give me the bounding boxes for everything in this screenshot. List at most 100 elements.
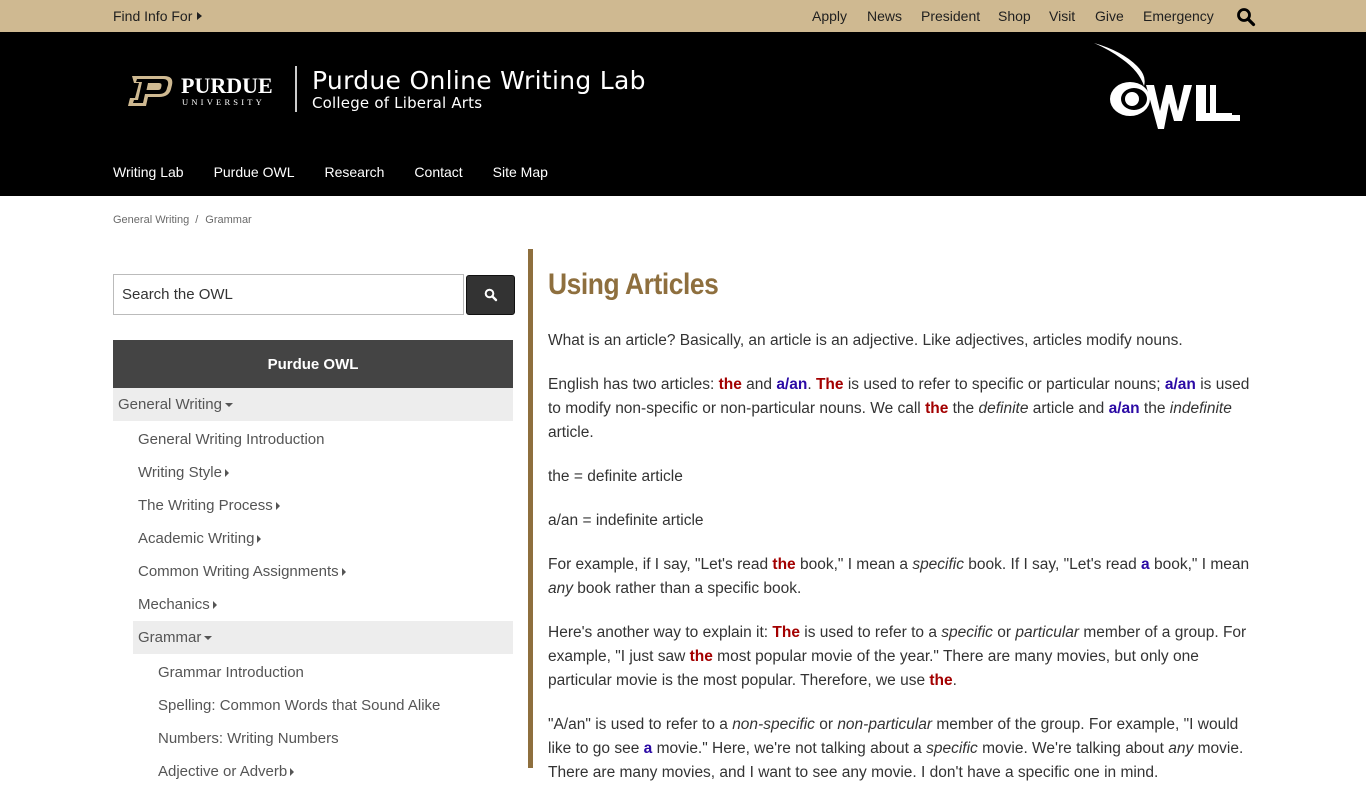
utility-bar: Find Info For Apply News President Shop … [0, 0, 1366, 33]
text: or [992, 624, 1016, 641]
paragraph-definite-explanation: Here's another way to explain it: The is… [548, 621, 1258, 693]
sidebar-heading-purdue-owl[interactable]: Purdue OWL [113, 340, 513, 388]
sidebar-item-label: Writing Style [138, 464, 222, 481]
sidebar-item-label: Grammar Introduction [158, 664, 304, 681]
sidebar-item-numbers[interactable]: Numbers: Writing Numbers [113, 722, 513, 755]
sidebar-item-general-writing-introduction[interactable]: General Writing Introduction [113, 423, 513, 456]
search-icon[interactable] [1236, 7, 1256, 27]
sidebar-item-grammar-introduction[interactable]: Grammar Introduction [113, 656, 513, 689]
caret-right-icon [275, 501, 280, 510]
text: movie. We're talking about [977, 740, 1169, 757]
indefinite-article: a/an [1164, 376, 1196, 393]
caret-right-icon [257, 534, 262, 543]
caret-down-icon [224, 402, 233, 407]
sidebar-nav: General Writing General Writing Introduc… [113, 388, 513, 788]
caret-right-icon [197, 12, 203, 20]
indefinite-article: a/an [1108, 400, 1140, 417]
caret-right-icon [224, 468, 229, 477]
indefinite-article: a/an [776, 376, 808, 393]
sidebar-item-label: Academic Writing [138, 530, 255, 547]
sidebar-item-the-writing-process[interactable]: The Writing Process [113, 489, 513, 522]
sidebar-item-label: Numbers: Writing Numbers [158, 730, 339, 747]
sidebar-item-general-writing[interactable]: General Writing [113, 388, 513, 421]
utility-link-apply[interactable]: Apply [812, 8, 847, 24]
utility-link-visit[interactable]: Visit [1049, 8, 1075, 24]
text: . [952, 672, 957, 689]
text: Here's another way to explain it: [548, 624, 773, 641]
emphasis: non-specific [732, 716, 815, 733]
purdue-wordmark: PURDUE [181, 73, 273, 98]
utility-link-emergency[interactable]: Emergency [1143, 8, 1214, 24]
sidebar-item-label: General Writing Introduction [138, 431, 325, 448]
emphasis: specific [912, 556, 964, 573]
paragraph-indefinite-definition: a/an = indefinite article [548, 512, 704, 529]
purdue-university-logo[interactable]: PURDUE UNIVERSITY [126, 73, 276, 109]
content-accent-rule [528, 249, 533, 768]
indefinite-article: a [1141, 556, 1150, 573]
text: book," I mean [1149, 556, 1250, 573]
emphasis: definite [978, 400, 1029, 417]
sidebar-item-grammar[interactable]: Grammar [133, 621, 513, 654]
sidebar-item-label: Grammar [138, 629, 202, 646]
sidebar-item-adjective-or-adverb[interactable]: Adjective or Adverb [113, 755, 513, 788]
text: movie." Here, we're not talking about a [652, 740, 927, 757]
utility-link-shop[interactable]: Shop [998, 8, 1031, 24]
text: For example, if I say, "Let's read [548, 556, 773, 573]
sidebar-item-label: Spelling: Common Words that Sound Alike [158, 697, 441, 714]
emphasis: particular [1015, 624, 1080, 641]
caret-right-icon [290, 767, 295, 776]
caret-right-icon [212, 600, 217, 609]
nav-research[interactable]: Research [325, 164, 385, 180]
text: book. If I say, "Let's read [964, 556, 1142, 573]
sidebar-item-common-writing-assignments[interactable]: Common Writing Assignments [113, 555, 513, 588]
caret-right-icon [341, 567, 346, 576]
nav-purdue-owl[interactable]: Purdue OWL [214, 164, 295, 180]
text: or [814, 716, 838, 733]
sidebar-item-writing-style[interactable]: Writing Style [113, 456, 513, 489]
definite-article: the [772, 556, 796, 573]
search-icon [484, 288, 497, 302]
utility-link-give[interactable]: Give [1095, 8, 1124, 24]
site-header: PURDUE UNIVERSITY Purdue Online Writing … [0, 33, 1366, 196]
emphasis: any [548, 580, 573, 597]
utility-link-news[interactable]: News [867, 8, 902, 24]
breadcrumb-general-writing[interactable]: General Writing [113, 214, 189, 226]
sidebar-item-label: Adjective or Adverb [158, 763, 288, 780]
definite-article: the [929, 672, 953, 689]
definite-article: The [772, 624, 800, 641]
search-button[interactable] [466, 275, 515, 315]
text: is used to refer to a [799, 624, 942, 641]
search-owl-input[interactable] [113, 274, 464, 315]
owl-logo[interactable] [1092, 41, 1244, 137]
paragraph-book-example: For example, if I say, "Let's read the b… [548, 553, 1258, 601]
sidebar-item-mechanics[interactable]: Mechanics [113, 588, 513, 621]
find-info-label: Find Info For [113, 8, 193, 24]
utility-link-president[interactable]: President [921, 8, 980, 24]
text: "A/an" is used to refer to a [548, 716, 733, 733]
text: and [741, 376, 777, 393]
paragraph-two-articles: English has two articles: the and a/an. … [548, 373, 1258, 445]
site-title[interactable]: Purdue Online Writing Lab [312, 66, 646, 95]
text: book," I mean a [795, 556, 913, 573]
text: book rather than a specific book. [573, 580, 802, 597]
sidebar-item-label: Common Writing Assignments [138, 563, 339, 580]
main-nav: Writing Lab Purdue OWL Research Contact … [113, 164, 578, 180]
nav-site-map[interactable]: Site Map [493, 164, 548, 180]
nav-writing-lab[interactable]: Writing Lab [113, 164, 184, 180]
caret-down-icon [204, 635, 213, 640]
sidebar-item-academic-writing[interactable]: Academic Writing [113, 522, 513, 555]
sidebar-item-label: The Writing Process [138, 497, 273, 514]
sidebar-item-label: General Writing [118, 396, 222, 413]
nav-contact[interactable]: Contact [414, 164, 462, 180]
find-info-for-dropdown[interactable]: Find Info For [113, 8, 203, 24]
text: article. [548, 424, 594, 441]
paragraph-definite-definition: the = definite article [548, 468, 683, 485]
emphasis: non-particular [837, 716, 933, 733]
breadcrumb-grammar[interactable]: Grammar [205, 214, 251, 226]
indefinite-article: a [643, 740, 653, 757]
sidebar-item-spelling[interactable]: Spelling: Common Words that Sound Alike [113, 689, 513, 722]
page-title: Using Articles [548, 268, 719, 301]
definite-article: The [815, 376, 844, 393]
article-content: Using Articles What is an article? Basic… [548, 265, 1258, 805]
text: is used to refer to specific or particul… [843, 376, 1165, 393]
